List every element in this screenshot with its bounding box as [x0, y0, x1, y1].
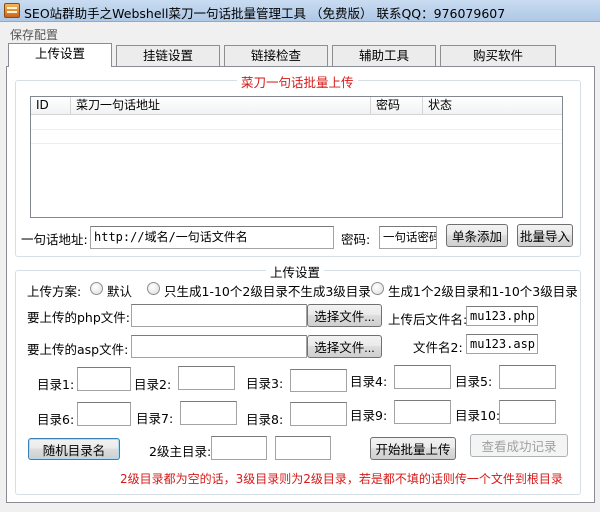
dir7-label: 目录7:	[136, 411, 174, 426]
dir2-label: 目录2:	[134, 377, 172, 392]
main-dir-input-2[interactable]	[275, 436, 331, 460]
dir5-input[interactable]	[499, 365, 556, 389]
window-title: SEO站群助手之Webshell菜刀一句话批量管理工具 （免费版） 联系QQ：9…	[24, 6, 506, 21]
scheme-option-default[interactable]: 默认	[107, 281, 132, 300]
radio-scheme-level2-only[interactable]	[147, 282, 160, 295]
url-label: 一句话地址:	[21, 232, 88, 247]
dir6-input[interactable]	[77, 402, 131, 426]
start-batch-upload-button[interactable]: 开始批量上传	[370, 437, 456, 460]
view-success-log-button[interactable]: 查看成功记录	[470, 434, 568, 457]
main-dir-input-1[interactable]	[211, 436, 267, 460]
url-input[interactable]: http://域名/一句话文件名	[90, 226, 334, 249]
main-dir-label: 2级主目录:	[149, 444, 212, 459]
tab-buy[interactable]: 购买软件	[440, 45, 556, 66]
menu-item-save-config[interactable]: 保存配置	[10, 26, 58, 43]
menu-bar: 保存配置	[0, 23, 600, 43]
dir3-input[interactable]	[290, 369, 347, 392]
title-bar[interactable]: SEO站群助手之Webshell菜刀一句话批量管理工具 （免费版） 联系QQ：9…	[0, 0, 600, 22]
toolbox-icon	[4, 3, 20, 18]
random-dir-name-button[interactable]: 随机目录名	[28, 438, 120, 460]
dir8-label: 目录8:	[246, 412, 284, 427]
shell-list[interactable]: ID 菜刀一句话地址 密码 状态	[30, 96, 563, 218]
upload-note: 2级目录都为空的话，3级目录则为2级目录，若是都不填的话则传一个文件到根目录	[120, 472, 563, 486]
radio-scheme-level2-and-3[interactable]	[371, 282, 384, 295]
list-row	[31, 116, 562, 130]
dir9-label: 目录9:	[350, 408, 388, 423]
tab-tools[interactable]: 辅助工具	[332, 45, 436, 66]
asp-file-input[interactable]	[131, 335, 307, 358]
dir10-label: 目录10:	[455, 408, 501, 423]
dir6-label: 目录6:	[37, 412, 75, 427]
filename2-input[interactable]: mu123.asp	[466, 334, 538, 354]
uploaded-filename-input[interactable]: mu123.php	[466, 306, 538, 326]
dir4-input[interactable]	[394, 365, 451, 389]
dir7-input[interactable]	[180, 401, 237, 425]
dir4-label: 目录4:	[350, 374, 388, 389]
password-input[interactable]: 一句话密码	[379, 226, 437, 249]
add-single-button[interactable]: 单条添加	[446, 224, 508, 247]
dir9-input[interactable]	[394, 400, 451, 424]
password-label: 密码:	[341, 232, 371, 247]
php-file-label: 要上传的php文件:	[27, 310, 131, 325]
tab-link-settings[interactable]: 挂链设置	[116, 45, 220, 66]
scheme-option-level2-and-3[interactable]: 生成1个2级目录和1-10个3级目录	[388, 281, 578, 300]
tab-upload-settings[interactable]: 上传设置	[8, 43, 112, 67]
asp-file-label: 要上传的asp文件:	[27, 342, 129, 357]
choose-php-file-button[interactable]: 选择文件...	[307, 304, 382, 327]
column-password[interactable]: 密码	[371, 97, 423, 115]
dir5-label: 目录5:	[455, 374, 493, 389]
filename2-label: 文件名2:	[413, 340, 463, 355]
dir1-label: 目录1:	[37, 377, 75, 392]
choose-asp-file-button[interactable]: 选择文件...	[307, 335, 382, 358]
column-id[interactable]: ID	[31, 97, 71, 115]
batch-import-button[interactable]: 批量导入	[517, 224, 573, 247]
upload-settings-group-title: 上传设置	[266, 262, 325, 281]
scheme-label: 上传方案:	[27, 284, 82, 299]
column-status[interactable]: 状态	[423, 97, 563, 115]
column-url[interactable]: 菜刀一句话地址	[71, 97, 371, 115]
scheme-option-level2-only[interactable]: 只生成1-10个2级目录不生成3级目录	[164, 281, 371, 300]
dir2-input[interactable]	[178, 366, 235, 390]
tab-link-check[interactable]: 链接检查	[224, 45, 328, 66]
shell-list-header: ID 菜刀一句话地址 密码 状态	[31, 97, 562, 115]
uploaded-filename-label: 上传后文件名:	[388, 312, 468, 327]
radio-scheme-default[interactable]	[90, 282, 103, 295]
list-row	[31, 130, 562, 144]
shell-upload-group-title: 菜刀一句话批量上传	[237, 72, 358, 91]
dir3-label: 目录3:	[246, 376, 284, 391]
dir1-input[interactable]	[77, 367, 131, 391]
php-file-input[interactable]	[131, 304, 307, 327]
dir10-input[interactable]	[499, 400, 556, 424]
dir8-input[interactable]	[290, 402, 347, 426]
